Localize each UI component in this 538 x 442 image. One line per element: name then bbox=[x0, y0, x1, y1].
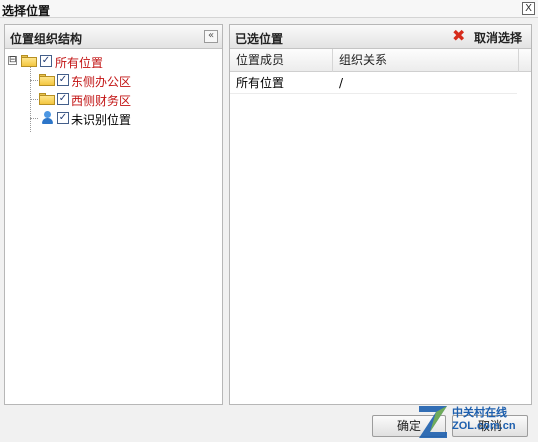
tree-node-all-locations[interactable]: ⊟ ✓ 所有位置 bbox=[5, 52, 222, 71]
zol-watermark: 中关村在线 ZOL.com.cn bbox=[416, 402, 534, 440]
tree-node-unidentified[interactable]: ✓ 未识别位置 bbox=[5, 109, 222, 128]
collapse-toggle-icon[interactable]: ⊟ bbox=[8, 56, 17, 65]
tree-node-label[interactable]: 东侧办公区 bbox=[71, 73, 131, 90]
grid-header: 位置成员 组织关系 bbox=[230, 49, 531, 72]
folder-icon bbox=[39, 74, 55, 86]
column-header-relation[interactable]: 组织关系 bbox=[333, 49, 519, 72]
collapse-panel-icon[interactable]: « bbox=[204, 30, 218, 43]
dialog-titlebar: 选择位置 X bbox=[0, 0, 538, 18]
tree-node-west-finance[interactable]: ✓ 西侧财务区 bbox=[5, 90, 222, 109]
watermark-line2: ZOL.com.cn bbox=[452, 420, 516, 432]
tree-node-label[interactable]: 西侧财务区 bbox=[71, 92, 131, 109]
tree-node-label[interactable]: 所有位置 bbox=[55, 54, 103, 71]
user-icon bbox=[41, 111, 53, 125]
selected-locations-panel: 已选位置 ✖ 取消选择 位置成员 组织关系 所有位置 / bbox=[229, 24, 532, 405]
tree-checkbox[interactable]: ✓ bbox=[57, 74, 69, 86]
cancel-selection-button[interactable]: ✖ 取消选择 bbox=[451, 26, 522, 46]
selected-panel-title: 已选位置 bbox=[235, 32, 284, 46]
tree-node-east-office[interactable]: ✓ 东侧办公区 bbox=[5, 71, 222, 90]
location-tree: ⊟ ✓ 所有位置 ✓ 东侧办公区 ✓ 西侧财务区 ✓ 未识别位置 bbox=[5, 49, 222, 132]
watermark-line1: 中关村在线 bbox=[452, 406, 507, 419]
tree-node-label[interactable]: 未识别位置 bbox=[71, 111, 131, 128]
location-tree-panel: 位置组织结构 « ⊟ ✓ 所有位置 ✓ 东侧办公区 ✓ 西侧财务区 ✓ 未识别位… bbox=[4, 24, 223, 405]
folder-icon bbox=[39, 93, 55, 105]
tree-checkbox[interactable]: ✓ bbox=[57, 93, 69, 105]
table-row[interactable]: 所有位置 / bbox=[230, 72, 517, 94]
cell-relation: / bbox=[339, 76, 344, 90]
tree-checkbox[interactable]: ✓ bbox=[40, 55, 52, 67]
tree-checkbox[interactable]: ✓ bbox=[57, 112, 69, 124]
close-icon[interactable]: X bbox=[522, 2, 535, 15]
dialog-title: 选择位置 bbox=[2, 4, 51, 18]
red-x-icon: ✖ bbox=[451, 26, 466, 45]
zol-logo-icon bbox=[419, 406, 447, 438]
tree-panel-title: 位置组织结构 bbox=[10, 32, 83, 46]
column-header-member[interactable]: 位置成员 bbox=[230, 49, 333, 72]
selected-panel-header: 已选位置 ✖ 取消选择 bbox=[230, 25, 531, 49]
tree-panel-header: 位置组织结构 « bbox=[5, 25, 222, 49]
cancel-selection-label: 取消选择 bbox=[473, 31, 522, 45]
cell-member: 所有位置 bbox=[236, 76, 285, 90]
folder-icon bbox=[21, 55, 37, 67]
